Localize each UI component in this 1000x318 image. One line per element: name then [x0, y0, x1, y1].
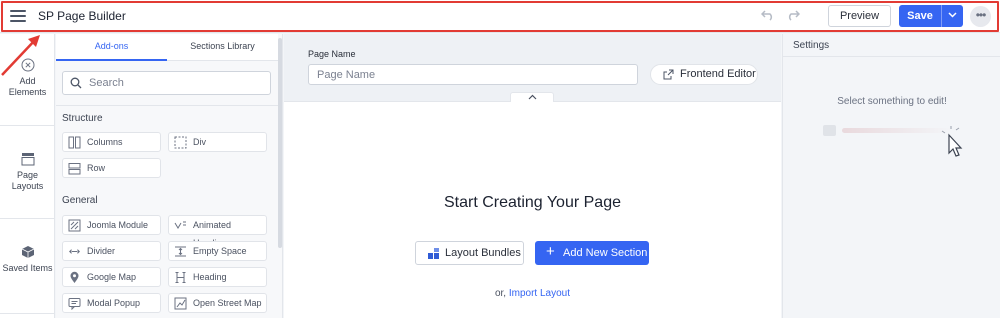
addon-joomla-module[interactable]: Joomla Module [62, 215, 161, 235]
layout-icon [21, 153, 34, 166]
search-icon [70, 77, 82, 89]
divider [783, 56, 1000, 57]
hamburger-menu-icon[interactable] [10, 10, 26, 22]
rail-item-label: Page Layouts [11, 170, 44, 191]
settings-title: Settings [793, 40, 830, 51]
addon-label: Joomla Module [87, 220, 149, 230]
page-settings-header: Page Name Frontend Editor [284, 34, 781, 102]
preview-button[interactable]: Preview [828, 5, 891, 27]
addon-animated-heading[interactable]: Animated Heading [168, 215, 267, 248]
more-options-icon[interactable]: ••• [970, 6, 991, 27]
divider-icon [69, 249, 80, 254]
section-title-structure: Structure [62, 113, 103, 124]
collapse-header-chevron-up-icon[interactable] [510, 92, 554, 102]
page-builder-app: SP Page Builder Preview Save ••• Add Ele… [0, 0, 1000, 318]
frontend-editor-button[interactable]: Frontend Editor [650, 64, 758, 85]
addon-label: Divider [87, 246, 116, 256]
rail-item-label: Saved Items [2, 263, 53, 273]
row-icon [68, 163, 81, 175]
save-button[interactable]: Save [899, 5, 963, 27]
divider [0, 125, 55, 126]
search-box [62, 71, 271, 95]
undo-icon[interactable] [760, 9, 776, 23]
columns-icon [68, 136, 81, 149]
import-layout-line: or, Import Layout [284, 288, 781, 299]
rail-item-label: Add Elements [8, 76, 47, 97]
addon-divider[interactable]: Divider [62, 241, 161, 261]
animated-heading-icon [174, 221, 186, 229]
divider [0, 313, 55, 314]
layout-bundles-icon [428, 248, 439, 259]
tab-add-ons[interactable]: Add-ons [56, 34, 167, 61]
empty-state-title: Start Creating Your Page [443, 194, 621, 211]
addon-label: Row [87, 163, 106, 173]
panel-scrollbar[interactable] [278, 38, 282, 248]
addon-label: Google Map [87, 272, 137, 282]
divider [0, 218, 55, 219]
divider [56, 105, 278, 106]
import-prefix: or, [494, 288, 507, 299]
section-title-general: General [62, 195, 98, 206]
modal-popup-icon [68, 298, 81, 310]
addon-label: Columns [87, 137, 123, 147]
rail-item-add-elements[interactable]: Add Elements [0, 58, 55, 98]
frontend-editor-label: Frontend Editor [680, 68, 756, 80]
save-options-chevron-down-icon[interactable] [941, 5, 963, 27]
top-toolbar: SP Page Builder Preview Save ••• [0, 0, 1000, 33]
layout-bundles-label: Layout Bundles [445, 247, 521, 259]
redo-icon[interactable] [785, 9, 801, 23]
addon-modal-popup[interactable]: Modal Popup [62, 293, 161, 313]
addon-heading[interactable]: Heading [168, 267, 267, 287]
addon-empty-space[interactable]: Empty Space [168, 241, 267, 261]
add-new-section-label: Add New Section [563, 247, 648, 259]
layout-bundles-button[interactable]: Layout Bundles [415, 241, 524, 265]
addon-label: Modal Popup [87, 298, 141, 308]
addon-div[interactable]: Div [168, 132, 267, 152]
panel-tabs: Add-ons Sections Library [56, 34, 278, 61]
box-icon [21, 246, 34, 258]
div-icon [174, 136, 187, 149]
search-input[interactable] [89, 75, 264, 91]
select-element-illustration-icon [823, 125, 963, 157]
addon-row[interactable]: Row [62, 158, 161, 178]
page-name-label: Page Name [308, 49, 356, 59]
settings-empty-message: Select something to edit! [837, 96, 947, 107]
empty-space-icon [175, 246, 186, 257]
import-layout-link[interactable]: Import Layout [509, 288, 570, 299]
addons-panel: Add-ons Sections Library Structure Colum… [56, 34, 283, 318]
builder-canvas: Page Name Frontend Editor Start Creating… [284, 34, 781, 318]
addon-columns[interactable]: Columns [62, 132, 161, 152]
addon-label: Empty Space [193, 246, 247, 256]
page-name-input[interactable] [308, 64, 638, 85]
add-new-section-button[interactable]: + Add New Section [535, 241, 649, 265]
rail-item-saved-items[interactable]: Saved Items [0, 245, 55, 274]
external-edit-icon [663, 69, 674, 80]
open-street-map-icon [174, 297, 187, 310]
addon-label: Open Street Map [193, 298, 262, 308]
addon-label: Heading [193, 272, 227, 282]
rail-item-page-layouts[interactable]: Page Layouts [0, 152, 55, 192]
tab-sections-library[interactable]: Sections Library [167, 34, 278, 61]
heading-icon [175, 272, 186, 283]
addon-google-map[interactable]: Google Map [62, 267, 161, 287]
close-circle-icon [21, 58, 34, 72]
settings-panel: Settings Select something to edit! [782, 34, 1000, 318]
addon-label: Div [193, 137, 206, 147]
joomla-module-icon [68, 219, 81, 232]
addon-open-street-map[interactable]: Open Street Map [168, 293, 267, 313]
map-pin-icon [70, 271, 79, 283]
plus-icon: + [546, 243, 555, 260]
left-rail: Add Elements Page Layouts Saved Items [0, 34, 55, 318]
app-title: SP Page Builder [38, 9, 126, 23]
save-button-label: Save [907, 10, 933, 22]
